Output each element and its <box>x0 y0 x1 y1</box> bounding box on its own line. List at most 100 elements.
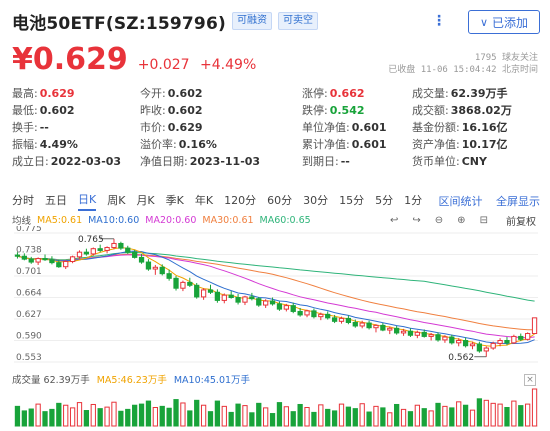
candle-body <box>159 266 165 275</box>
stat-item: 换手: -- <box>12 120 49 136</box>
fullscreen-link[interactable]: 全屏显示 <box>496 195 540 208</box>
stat-label: 振幅: <box>12 138 38 151</box>
ma-legend-item: MA5:0.61 <box>37 214 83 226</box>
volume-bar <box>207 411 214 427</box>
period-tab[interactable]: 15分 <box>339 192 364 210</box>
stat-item: 成交量: 62.39万手 <box>412 86 508 102</box>
period-tab[interactable]: 5分 <box>375 192 393 210</box>
candle-body <box>63 260 69 268</box>
volume-bar <box>373 405 379 427</box>
candle-body <box>304 310 310 316</box>
zoom-out-icon[interactable]: ⊖ <box>435 215 443 226</box>
volume-bar <box>145 400 152 427</box>
candle-body <box>35 258 41 263</box>
candle-body <box>511 335 517 344</box>
volume-bar <box>387 412 393 427</box>
kline-chart[interactable]: 0.775 0.738 0.701 0.664 0.627 0.590 0.553 0.765… <box>0 226 550 431</box>
candle-body <box>173 277 179 289</box>
stat-label: 成交量: <box>412 87 449 100</box>
added-watchlist-button[interactable]: ∨ 已添加 <box>468 10 540 34</box>
candle-body <box>132 251 138 258</box>
candle-body <box>269 300 276 305</box>
volume-legend-item: MA10:45.01万手 <box>173 375 251 386</box>
volume-bar <box>90 403 96 427</box>
period-tab[interactable]: 五日 <box>45 192 67 210</box>
candle-body <box>366 322 372 329</box>
period-tab[interactable]: 60分 <box>267 192 292 210</box>
followers-count: 1795 球友关注 <box>474 53 538 63</box>
candle-body <box>476 343 483 352</box>
stat-item: 到期日: -- <box>302 154 350 170</box>
stat-item: 跌停: 0.542 <box>302 103 365 119</box>
volume-bar <box>152 407 158 427</box>
candle-body <box>263 300 269 306</box>
candle-body <box>338 317 345 322</box>
close-volume-icon[interactable]: × <box>524 374 536 386</box>
candle-body <box>456 340 462 344</box>
volume-bar <box>400 408 407 427</box>
added-label: 已添加 <box>492 15 529 30</box>
stat-label: 市价: <box>140 121 166 134</box>
candle-body <box>138 256 145 263</box>
undo-icon[interactable]: ↩ <box>390 215 398 226</box>
candle-body <box>111 242 117 249</box>
zoom-in-icon[interactable]: ⊕ <box>457 215 465 226</box>
range-stats-link[interactable]: 区间统计 <box>439 195 483 208</box>
candle-body <box>318 313 324 318</box>
market-status: 已收盘 11-06 15:04:42 北京时间 <box>388 65 538 75</box>
stat-value: 10.17亿 <box>461 138 508 151</box>
candle-body <box>435 334 441 341</box>
volume-bar <box>311 411 317 427</box>
more-dots-icon[interactable]: ⋮ <box>432 14 446 28</box>
candle-body <box>469 343 476 347</box>
change-percent: +4.49% <box>200 57 257 73</box>
candle-body <box>290 305 296 312</box>
period-tab[interactable]: 分时 <box>12 192 34 210</box>
stat-value: 4.49% <box>39 138 78 151</box>
quote-meta: 1795 球友关注 已收盘 11-06 15:04:42 北京时间 <box>388 52 538 76</box>
volume-bar <box>352 408 358 427</box>
period-tab[interactable]: 日K <box>78 191 97 211</box>
candle-body <box>504 340 510 344</box>
volume-bar <box>497 403 503 427</box>
candle-body <box>421 331 427 337</box>
redo-icon[interactable]: ↪ <box>412 215 420 226</box>
period-tab[interactable]: 年K <box>195 192 213 210</box>
margin-badge: 可融资 <box>231 12 272 30</box>
period-tab[interactable]: 周K <box>107 192 125 210</box>
volume-bar <box>304 407 310 427</box>
candle-body <box>414 331 420 336</box>
period-tab[interactable]: 月K <box>136 192 154 210</box>
volume-bar <box>173 399 179 427</box>
volume-bar <box>166 407 172 427</box>
period-tab[interactable]: 120分 <box>224 192 256 210</box>
volume-bar <box>125 408 131 427</box>
stat-value: 0.602 <box>167 104 203 117</box>
period-tab[interactable]: 季K <box>166 192 184 210</box>
candle-body <box>49 259 55 264</box>
stat-label: 资产净值: <box>412 138 460 151</box>
volume-bar <box>214 400 221 427</box>
volume-bar <box>504 407 510 427</box>
candle-body <box>407 330 414 336</box>
volume-bar <box>318 404 324 427</box>
volume-bar <box>428 410 434 427</box>
period-tab[interactable]: 1分 <box>404 192 422 210</box>
volume-bar <box>380 407 386 427</box>
candle-body <box>97 248 103 251</box>
reset-icon[interactable]: ⊟ <box>480 215 488 226</box>
volume-bar <box>104 406 110 427</box>
volume-bar <box>228 411 234 427</box>
ma-legend-item[interactable]: 均线 <box>12 213 31 227</box>
volume-bar <box>435 402 441 427</box>
period-tab[interactable]: 30分 <box>303 192 328 210</box>
candle-body <box>531 317 538 335</box>
stat-label: 涨停: <box>302 87 328 100</box>
stat-label: 最高: <box>12 87 38 100</box>
candle-body <box>207 289 214 293</box>
candle-body <box>235 297 241 303</box>
candle-body <box>442 336 448 341</box>
volume-bar <box>345 406 352 427</box>
volume-bar <box>476 398 483 427</box>
candle-body <box>373 324 379 329</box>
